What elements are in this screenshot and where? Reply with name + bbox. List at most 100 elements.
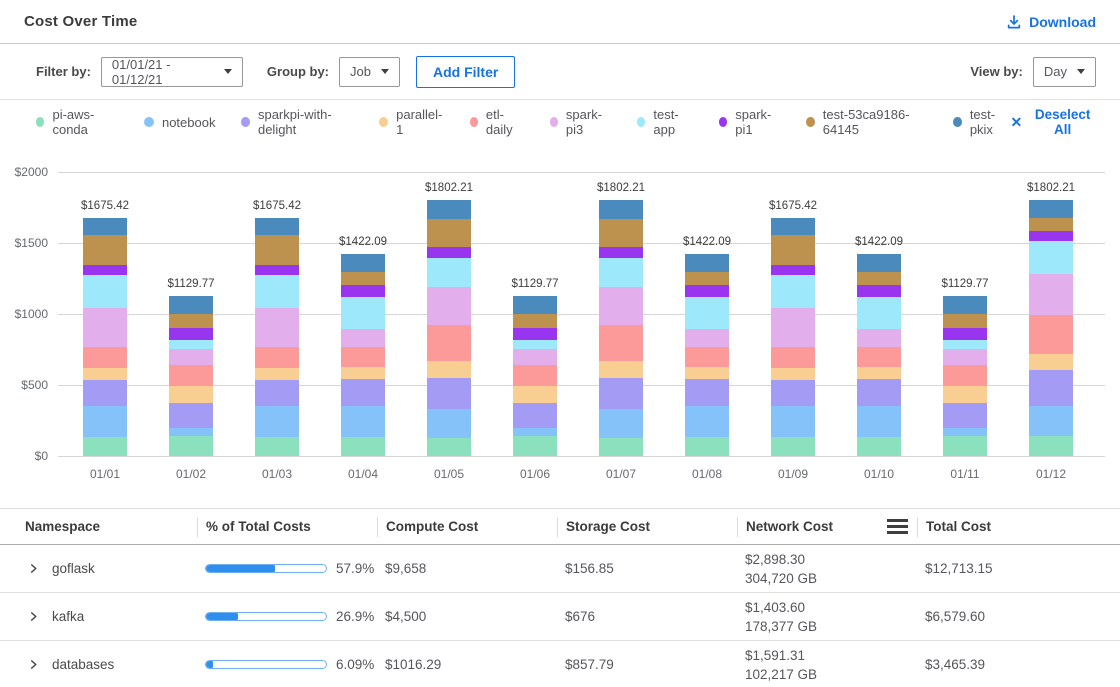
bar-segment-test-pkix[interactable] (513, 296, 557, 314)
bar-segment-test-app[interactable] (83, 275, 127, 308)
date-range-select[interactable]: 01/01/21 - 01/12/21 (101, 57, 243, 87)
bar-segment-parallel-1[interactable] (83, 368, 127, 380)
bar-segment-pi-aws-conda[interactable] (513, 436, 557, 456)
bar-segment-test-app[interactable] (943, 340, 987, 349)
bar-segment-sparkpi-with-delight[interactable] (599, 378, 643, 410)
bar-segment-notebook[interactable] (771, 406, 815, 437)
bar-segment-parallel-1[interactable] (255, 368, 299, 380)
table-row[interactable]: goflask57.9%$9,658$156.85$2,898.30304,72… (0, 545, 1120, 593)
bar-segment-test-app[interactable] (513, 340, 557, 349)
bar-segment-spark-pi3[interactable] (427, 287, 471, 324)
bar-segment-parallel-1[interactable] (685, 367, 729, 379)
bar-segment-test-app[interactable] (599, 258, 643, 287)
bar-segment-etl-daily[interactable] (599, 325, 643, 361)
view-by-select[interactable]: Day (1033, 57, 1096, 87)
bar-segment-spark-pi3[interactable] (169, 349, 213, 365)
bar-segment-sparkpi-with-delight[interactable] (771, 380, 815, 406)
bar-segment-test-pkix[interactable] (427, 200, 471, 219)
bar-segment-pi-aws-conda[interactable] (427, 438, 471, 456)
bar-segment-test-53ca9186-64145[interactable] (427, 219, 471, 247)
bar-segment-test-app[interactable] (341, 297, 385, 329)
bar-segment-test-53ca9186-64145[interactable] (685, 272, 729, 285)
legend-item[interactable]: etl-daily (470, 107, 524, 137)
bar-segment-spark-pi3[interactable] (771, 308, 815, 348)
bar-segment-spark-pi3[interactable] (857, 329, 901, 347)
stacked-bar[interactable] (83, 218, 127, 456)
bar-segment-spark-pi1[interactable] (857, 285, 901, 297)
bar-segment-sparkpi-with-delight[interactable] (513, 403, 557, 428)
stacked-bar[interactable] (599, 200, 643, 456)
legend-item[interactable]: test-53ca9186-64145 (806, 107, 927, 137)
bar-segment-test-app[interactable] (685, 297, 729, 329)
bar-segment-parallel-1[interactable] (771, 368, 815, 380)
bar-segment-test-53ca9186-64145[interactable] (1029, 218, 1073, 230)
bar-segment-test-53ca9186-64145[interactable] (255, 235, 299, 264)
bar-segment-spark-pi3[interactable] (255, 308, 299, 348)
bar-segment-spark-pi1[interactable] (943, 328, 987, 340)
stacked-bar[interactable] (685, 254, 729, 456)
bar-segment-pi-aws-conda[interactable] (599, 438, 643, 456)
bar-segment-pi-aws-conda[interactable] (341, 437, 385, 456)
expand-chevron-icon[interactable] (28, 563, 39, 574)
legend-item[interactable]: parallel-1 (379, 107, 443, 137)
bar-segment-test-53ca9186-64145[interactable] (169, 314, 213, 327)
bar-segment-spark-pi3[interactable] (513, 349, 557, 365)
bar-segment-test-53ca9186-64145[interactable] (341, 272, 385, 285)
bar-segment-etl-daily[interactable] (1029, 315, 1073, 354)
stacked-bar[interactable] (169, 296, 213, 456)
group-by-select[interactable]: Job (339, 57, 400, 87)
bar-segment-pi-aws-conda[interactable] (169, 436, 213, 456)
bar-segment-pi-aws-conda[interactable] (943, 436, 987, 456)
bar-segment-test-app[interactable] (169, 340, 213, 349)
bar-segment-etl-daily[interactable] (255, 347, 299, 368)
bar-segment-notebook[interactable] (599, 409, 643, 437)
stacked-bar[interactable] (857, 254, 901, 456)
add-filter-button[interactable]: Add Filter (416, 56, 515, 88)
bar-segment-test-pkix[interactable] (943, 296, 987, 314)
table-row[interactable]: kafka26.9%$4,500$676$1,403.60178,377 GB$… (0, 593, 1120, 641)
bar-segment-test-pkix[interactable] (685, 254, 729, 272)
bar-segment-etl-daily[interactable] (83, 347, 127, 368)
bar-segment-test-app[interactable] (255, 275, 299, 308)
legend-item[interactable]: notebook (144, 115, 216, 130)
bar-segment-test-53ca9186-64145[interactable] (857, 272, 901, 285)
bar-segment-spark-pi1[interactable] (427, 247, 471, 259)
expand-chevron-icon[interactable] (28, 659, 39, 670)
bar-segment-test-53ca9186-64145[interactable] (771, 235, 815, 264)
bar-segment-spark-pi3[interactable] (943, 349, 987, 365)
bar-segment-test-53ca9186-64145[interactable] (599, 219, 643, 247)
bar-segment-spark-pi1[interactable] (255, 265, 299, 275)
bar-segment-etl-daily[interactable] (169, 365, 213, 386)
bar-segment-test-pkix[interactable] (1029, 200, 1073, 218)
bar-segment-parallel-1[interactable] (857, 367, 901, 379)
bar-segment-sparkpi-with-delight[interactable] (255, 380, 299, 406)
bar-segment-pi-aws-conda[interactable] (255, 437, 299, 456)
bar-segment-test-app[interactable] (771, 275, 815, 308)
bar-segment-spark-pi3[interactable] (599, 287, 643, 324)
bar-segment-spark-pi1[interactable] (83, 265, 127, 275)
stacked-bar[interactable] (427, 200, 471, 456)
bar-segment-parallel-1[interactable] (513, 386, 557, 402)
legend-item[interactable]: spark-pi3 (550, 107, 611, 137)
bar-segment-parallel-1[interactable] (341, 367, 385, 379)
bar-segment-notebook[interactable] (83, 406, 127, 437)
bar-segment-pi-aws-conda[interactable] (83, 437, 127, 456)
legend-item[interactable]: test-pkix (953, 107, 1010, 137)
bar-segment-sparkpi-with-delight[interactable] (427, 378, 471, 410)
stacked-bar[interactable] (341, 254, 385, 456)
bar-segment-etl-daily[interactable] (771, 347, 815, 368)
bar-segment-etl-daily[interactable] (857, 347, 901, 367)
legend-item[interactable]: spark-pi1 (719, 107, 780, 137)
bar-segment-test-pkix[interactable] (169, 296, 213, 314)
bar-segment-etl-daily[interactable] (341, 347, 385, 367)
bar-segment-parallel-1[interactable] (943, 386, 987, 402)
deselect-all-button[interactable]: ✕ Deselect All (1011, 107, 1097, 137)
bar-segment-spark-pi1[interactable] (685, 285, 729, 297)
bar-segment-spark-pi1[interactable] (771, 265, 815, 275)
bar-segment-test-53ca9186-64145[interactable] (83, 235, 127, 264)
bar-segment-test-app[interactable] (1029, 241, 1073, 273)
bar-segment-spark-pi1[interactable] (599, 247, 643, 259)
bar-segment-notebook[interactable] (685, 406, 729, 437)
bar-segment-sparkpi-with-delight[interactable] (83, 380, 127, 406)
bar-segment-test-pkix[interactable] (599, 200, 643, 219)
